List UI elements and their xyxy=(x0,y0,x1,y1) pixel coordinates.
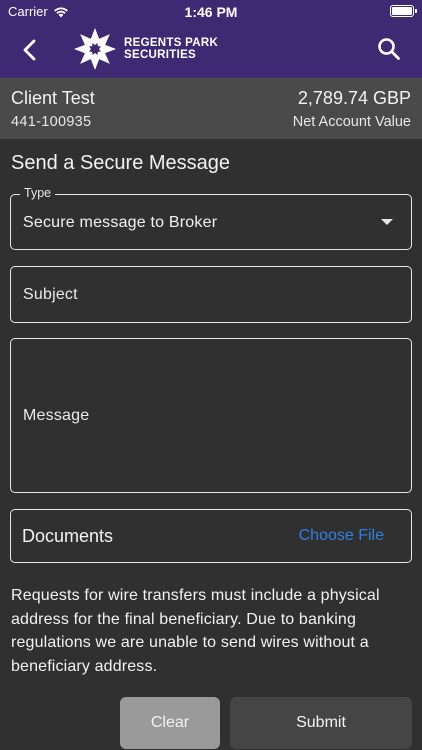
client-name: Client Test xyxy=(11,88,95,108)
chevron-left-icon xyxy=(23,39,36,61)
choose-file-button[interactable]: Choose File xyxy=(299,527,384,545)
net-account-value-label: Net Account Value xyxy=(292,114,411,130)
logo-line1: REGENTS PARK xyxy=(124,37,219,49)
header-bar: Carrier 1:46 PM REGENTS PARK SECURITIES xyxy=(0,0,422,78)
account-number: 441-100935 xyxy=(11,114,92,130)
status-bar: Carrier 1:46 PM xyxy=(0,0,422,24)
clear-button[interactable]: Clear xyxy=(120,697,220,749)
net-account-value: 2,789.74 GBP xyxy=(297,88,411,108)
documents-field: Documents Choose File xyxy=(10,509,412,563)
dropdown-caret-icon xyxy=(381,219,393,225)
logo-wordmark: REGENTS PARK SECURITIES xyxy=(124,37,218,61)
subject-input[interactable] xyxy=(11,267,411,322)
logo-line2: SECURITIES xyxy=(124,49,197,61)
message-type-select[interactable]: Type Secure message to Broker xyxy=(10,186,412,250)
message-input[interactable] xyxy=(11,339,411,492)
company-logo: REGENTS PARK SECURITIES xyxy=(72,26,218,72)
subject-field-container xyxy=(10,266,412,323)
search-button[interactable] xyxy=(376,36,402,62)
message-field-container xyxy=(10,338,412,493)
battery-icon xyxy=(390,5,417,17)
back-button[interactable] xyxy=(16,36,44,64)
search-icon xyxy=(378,38,400,60)
wire-transfer-notice: Requests for wire transfers must include… xyxy=(11,587,380,675)
type-label: Type xyxy=(20,186,56,200)
page-title: Send a Secure Message xyxy=(11,152,231,174)
account-summary: Client Test 441-100935 2,789.74 GBP Net … xyxy=(0,78,422,139)
status-time: 1:46 PM xyxy=(184,4,238,20)
documents-label: Documents xyxy=(22,526,114,546)
type-selected-value: Secure message to Broker xyxy=(23,214,218,231)
submit-button[interactable]: Submit xyxy=(230,697,412,749)
star-flower-logo-icon xyxy=(74,28,116,70)
